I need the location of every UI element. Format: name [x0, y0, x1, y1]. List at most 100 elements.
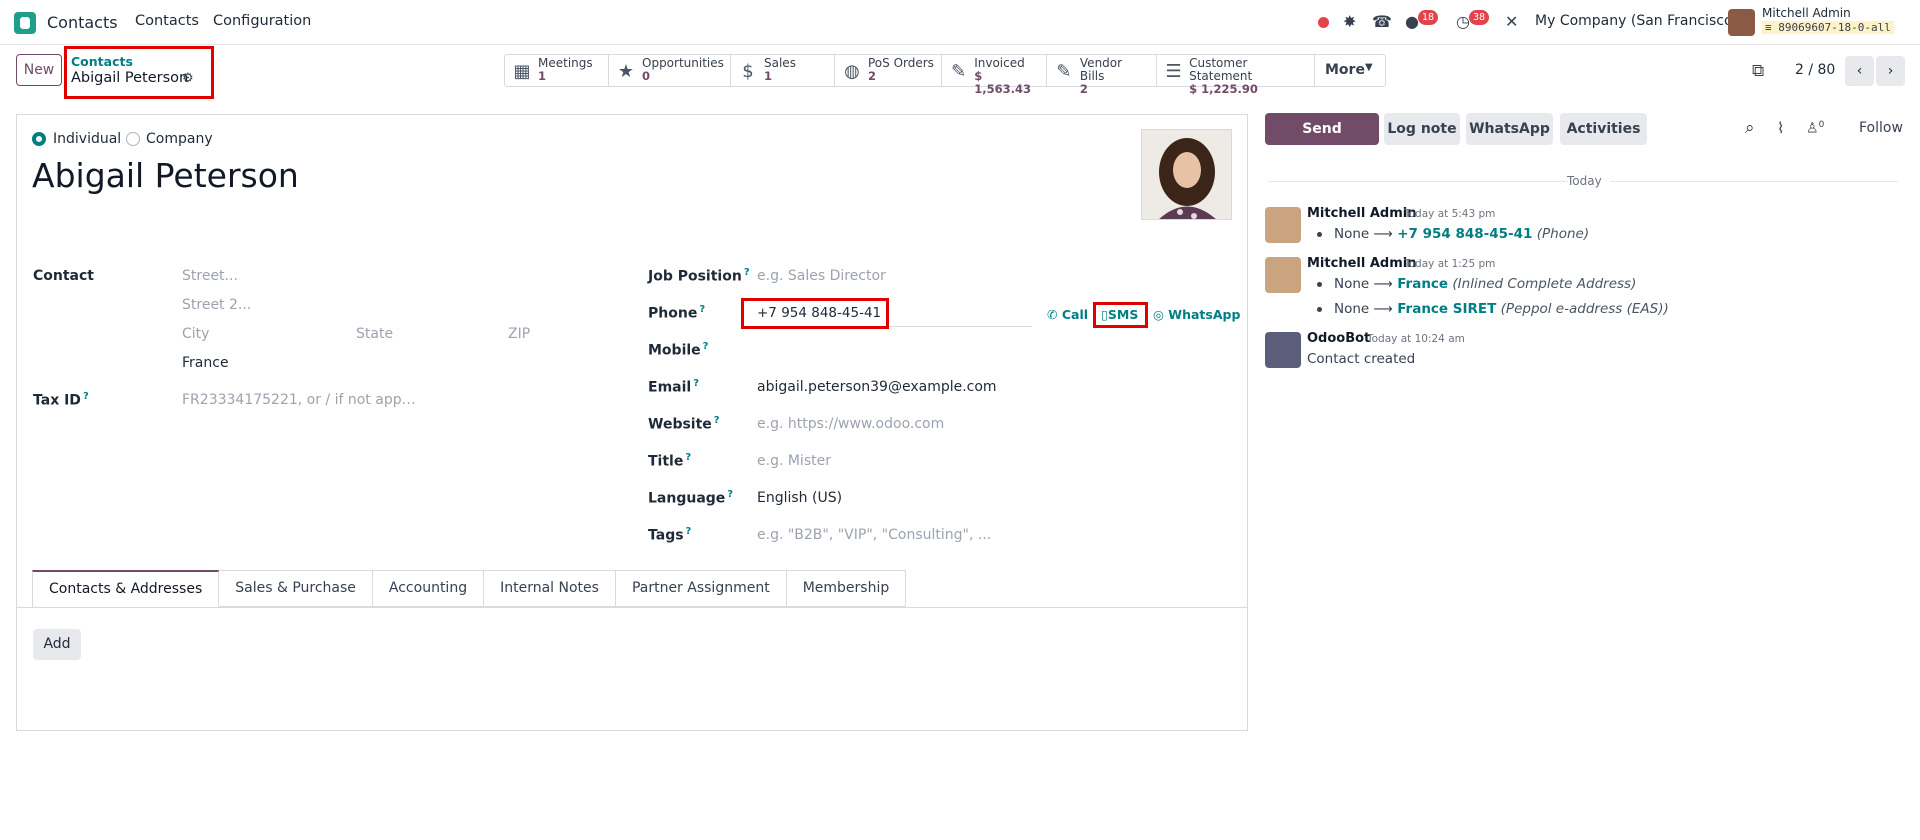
city-input[interactable]: City	[182, 326, 209, 342]
tab-partner-assignment[interactable]: Partner Assignment	[615, 570, 787, 607]
contact-name-field[interactable]: Abigail Peterson	[32, 156, 299, 195]
job-position-input[interactable]: e.g. Sales Director	[757, 268, 886, 284]
smart-label: PoS Orders	[868, 56, 934, 70]
pager-next-button[interactable]: ›	[1876, 56, 1905, 86]
menu-configuration[interactable]: Configuration	[213, 13, 311, 29]
record-dot-icon[interactable]	[1318, 17, 1329, 28]
tax-id-input[interactable]: FR23334175221, or / if not app…	[182, 392, 416, 408]
state-input[interactable]: State	[356, 326, 393, 342]
day-label: Today	[1567, 174, 1602, 188]
chat-icon[interactable]: ●	[1405, 12, 1419, 31]
search-icon[interactable]: ⌕	[1745, 118, 1755, 138]
radio-individual[interactable]	[32, 132, 46, 146]
user-name[interactable]: Mitchell Admin	[1762, 6, 1851, 20]
title-input[interactable]: e.g. Mister	[757, 453, 831, 469]
more-label: More	[1325, 62, 1365, 78]
whatsapp-button[interactable]: ◎ WhatsApp	[1153, 307, 1240, 322]
smart-value: 1	[538, 69, 547, 83]
label-title: Title?	[648, 452, 692, 470]
smart-value: 2	[868, 69, 877, 83]
label-company[interactable]: Company	[146, 131, 213, 147]
bug-icon[interactable]: ✸	[1343, 12, 1356, 31]
smart-pos-orders[interactable]: ◍ PoS Orders 2	[835, 55, 942, 86]
arrow-right-icon: ⟶	[1373, 226, 1393, 242]
paperclip-icon[interactable]: ⌇	[1777, 119, 1784, 137]
send-message-button[interactable]: Send message	[1265, 113, 1379, 169]
message-author[interactable]: Mitchell Admin	[1307, 256, 1416, 271]
label-website: Website?	[648, 415, 720, 433]
smart-vendor-bills[interactable]: ✎ Vendor Bills 2	[1047, 55, 1157, 96]
smart-meetings[interactable]: ▦ Meetings 1	[505, 55, 609, 86]
new-button[interactable]: New	[16, 54, 62, 86]
smart-opportunities[interactable]: ★ Opportunities 0	[609, 55, 731, 86]
app-name[interactable]: Contacts	[47, 13, 118, 32]
odoobot-avatar[interactable]	[1265, 332, 1301, 368]
notebook-tabs: Contacts & Addresses Sales & Purchase Ac…	[32, 570, 907, 607]
smart-invoiced[interactable]: ✎ Invoiced $ 1,563.43	[942, 55, 1047, 96]
gear-icon[interactable]: ⚙	[182, 71, 194, 86]
bullet	[1317, 306, 1322, 312]
label-tags: Tags?	[648, 526, 692, 544]
company-switcher[interactable]: My Company (San Francisco)	[1535, 13, 1738, 29]
tags-input[interactable]: e.g. "B2B", "VIP", "Consulting", ...	[757, 527, 991, 543]
breadcrumb-contacts[interactable]: Contacts	[71, 54, 133, 69]
website-input[interactable]: e.g. https://www.odoo.com	[757, 416, 944, 432]
call-button[interactable]: ✆ Call	[1047, 307, 1088, 322]
portrait-image	[1142, 130, 1231, 219]
sms-label: SMS	[1107, 307, 1139, 322]
phone-underline	[745, 326, 1032, 327]
message-time: Today at 10:24 am	[1367, 333, 1465, 345]
label-individual[interactable]: Individual	[53, 131, 121, 147]
contact-photo[interactable]	[1141, 129, 1232, 220]
tab-contacts-addresses[interactable]: Contacts & Addresses	[32, 570, 220, 607]
street-input[interactable]: Street...	[182, 268, 238, 284]
tab-membership[interactable]: Membership	[786, 570, 907, 607]
zip-input[interactable]: ZIP	[508, 326, 530, 342]
smart-sales[interactable]: $ Sales 1	[731, 55, 835, 86]
shopping-bag-icon: ◍	[844, 61, 860, 82]
old-value: None	[1334, 301, 1370, 317]
author-avatar[interactable]	[1265, 207, 1301, 243]
message-author[interactable]: Mitchell Admin	[1307, 206, 1416, 221]
radio-company[interactable]	[126, 132, 140, 146]
label-mobile-text: Mobile	[648, 342, 701, 359]
clock-icon[interactable]: ◷	[1456, 12, 1470, 31]
log-note-button[interactable]: Log note	[1384, 113, 1460, 145]
phone-input[interactable]: +7 954 848-45-41	[757, 305, 881, 321]
phone-icon[interactable]: ☎	[1372, 12, 1392, 31]
street2-input[interactable]: Street 2...	[182, 297, 251, 313]
language-input[interactable]: English (US)	[757, 490, 842, 506]
pager-previous-button[interactable]: ‹	[1845, 56, 1874, 86]
more-button[interactable]: More ▼	[1315, 55, 1385, 86]
tab-accounting[interactable]: Accounting	[372, 570, 485, 607]
new-value: France SIRET	[1397, 301, 1497, 317]
old-value: None	[1334, 226, 1370, 242]
sms-button[interactable]: ▯SMS	[1101, 307, 1138, 322]
label-phone-text: Phone	[648, 305, 698, 322]
new-value: France	[1397, 276, 1449, 292]
tracking-line: None ⟶ France (Inlined Complete Address)	[1317, 276, 1636, 292]
follow-button[interactable]: Follow	[1859, 120, 1903, 136]
label-tax-id-text: Tax ID	[33, 392, 81, 409]
tab-internal-notes[interactable]: Internal Notes	[484, 570, 616, 607]
pager-value[interactable]: 2 / 80	[1795, 62, 1835, 78]
country-input[interactable]: France	[182, 355, 229, 371]
contacts-app-icon[interactable]	[14, 12, 36, 34]
add-contact-button[interactable]: Add	[33, 629, 81, 660]
user-avatar[interactable]	[1728, 9, 1755, 36]
form-sheet	[16, 114, 1248, 731]
tools-icon[interactable]: ✕	[1505, 12, 1518, 31]
field-name: (Phone)	[1536, 226, 1590, 242]
bookmark-icon[interactable]: ⧉	[1752, 61, 1764, 81]
tab-sales-purchase[interactable]: Sales & Purchase	[219, 570, 373, 607]
activities-button[interactable]: Activities	[1560, 113, 1647, 145]
smart-customer-statement[interactable]: ☰ Customer Statement $ 1,225.90	[1157, 55, 1315, 96]
smart-label: Meetings	[538, 56, 593, 70]
chatter-whatsapp-button[interactable]: WhatsApp	[1466, 113, 1553, 145]
followers-button[interactable]: ♙0	[1806, 120, 1824, 137]
author-avatar[interactable]	[1265, 257, 1301, 293]
label-phone: Phone?	[648, 304, 706, 322]
menu-contacts[interactable]: Contacts	[135, 13, 199, 29]
email-input[interactable]: abigail.peterson39@example.com	[757, 379, 997, 395]
message-author[interactable]: OdooBot	[1307, 331, 1370, 346]
